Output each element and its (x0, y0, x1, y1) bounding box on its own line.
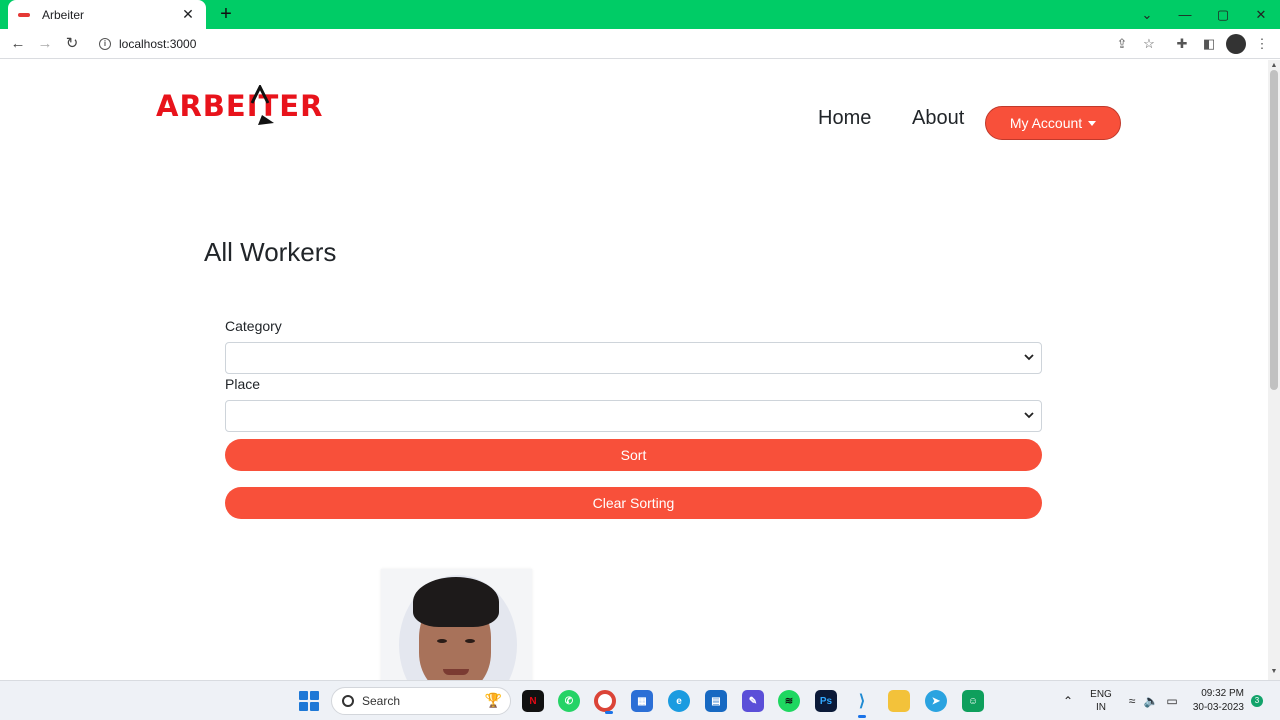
search-label: Search (362, 694, 401, 708)
netflix-icon[interactable]: N (522, 690, 544, 712)
menu-kebab-icon[interactable]: ⋮ (1253, 35, 1271, 53)
forward-arrow-icon[interactable]: → (35, 34, 55, 54)
worker-eye (465, 639, 475, 643)
notes-app-icon[interactable]: ✎ (742, 690, 764, 712)
back-arrow-icon[interactable]: ← (8, 34, 28, 54)
chevron-down-icon (1024, 412, 1034, 419)
share-icon[interactable]: ⇪ (1113, 35, 1131, 53)
photoshop-icon[interactable]: Ps (815, 690, 837, 712)
address-toolbar: ← → ↻ i localhost:3000 ⇪ ☆ ✚ ◧ ⋮ (0, 29, 1280, 59)
my-account-label: My Account (1009, 115, 1083, 131)
page-scrollbar[interactable]: ▲ ▼ (1268, 60, 1280, 680)
category-select[interactable] (225, 342, 1042, 374)
page-title: All Workers (204, 237, 337, 267)
worker-hair (413, 577, 499, 627)
store-icon[interactable]: ▦ (631, 690, 653, 712)
site-logo[interactable]: ARBEITER (156, 85, 323, 127)
new-tab-button[interactable]: + (216, 4, 236, 24)
search-icon (342, 695, 354, 707)
worker-card[interactable] (381, 569, 532, 680)
favicon-icon (18, 12, 30, 17)
tab-title: Arbeiter (42, 7, 85, 22)
scrollbar-thumb[interactable] (1270, 70, 1278, 390)
tray-chevron-up-icon[interactable]: ⌃ (1060, 693, 1076, 709)
url-text: localhost:3000 (119, 37, 197, 51)
scroll-down-icon[interactable]: ▼ (1270, 668, 1278, 676)
windows-start-icon[interactable] (299, 691, 319, 711)
extensions-puzzle-icon[interactable]: ✚ (1173, 35, 1191, 53)
vscode-icon[interactable]: ⟩ (851, 690, 873, 718)
clock-time: 09:32 PM (1201, 688, 1244, 699)
logo-arrow-icon (250, 85, 274, 125)
minimize-button[interactable]: — (1166, 0, 1204, 29)
windows-taskbar: Search 🏆 N ✆ ▦ e ▤ ✎ ≋ Ps ⟩ ➤ ☺ ⌃ ENG IN… (0, 680, 1280, 720)
side-panel-icon[interactable]: ◧ (1200, 35, 1218, 53)
calendar-app-icon[interactable]: ▤ (705, 690, 727, 712)
language-indicator[interactable]: ENG IN (1089, 688, 1113, 714)
file-explorer-icon[interactable] (888, 690, 910, 712)
taskbar-clock[interactable]: 09:32 PM 30-03-2023 (1186, 687, 1244, 715)
nav-about-link[interactable]: About (912, 107, 964, 130)
window-controls: ⌄ — ▢ ✕ (1128, 0, 1280, 29)
bookmark-star-icon[interactable]: ☆ (1140, 35, 1158, 53)
address-bar[interactable]: i localhost:3000 (90, 32, 1100, 56)
taskbar-search[interactable]: Search 🏆 (331, 687, 511, 715)
sort-button[interactable]: Sort (225, 439, 1042, 471)
close-window-button[interactable]: ✕ (1242, 0, 1280, 29)
wifi-icon[interactable]: ≈ (1124, 693, 1140, 709)
tab-search-icon[interactable]: ⌄ (1128, 0, 1166, 29)
chat-app-icon[interactable]: ☺ (962, 690, 984, 712)
site-info-icon[interactable]: i (99, 38, 111, 50)
clear-sorting-button[interactable]: Clear Sorting (225, 487, 1042, 519)
clock-date: 30-03-2023 (1192, 702, 1244, 713)
caret-down-icon (1088, 120, 1097, 126)
battery-icon[interactable]: ▭ (1164, 693, 1180, 709)
nav-home-link[interactable]: Home (818, 107, 871, 130)
chevron-down-icon (1024, 354, 1034, 361)
category-label: Category (225, 318, 282, 334)
worker-eye (437, 639, 447, 643)
logo-text: ARBEITER (156, 89, 324, 123)
tab-close-icon[interactable]: ✕ (180, 6, 196, 23)
language-code: ENG (1090, 689, 1112, 700)
reload-icon[interactable]: ↻ (62, 34, 82, 54)
whatsapp-icon[interactable]: ✆ (558, 690, 580, 712)
restore-button[interactable]: ▢ (1204, 0, 1242, 29)
profile-avatar[interactable] (1226, 34, 1246, 54)
web-page: ARBEITER Home About My Account All Worke… (0, 60, 1268, 680)
volume-icon[interactable]: 🔈 (1143, 693, 1159, 709)
place-select[interactable] (225, 400, 1042, 432)
my-account-dropdown-button[interactable]: My Account (985, 106, 1121, 140)
browser-tab-bar: Arbeiter ✕ + ⌄ — ▢ ✕ (0, 0, 1280, 29)
edge-icon[interactable]: e (668, 690, 690, 712)
telegram-icon[interactable]: ➤ (925, 690, 947, 712)
notification-badge[interactable]: 3 (1251, 695, 1263, 707)
worker-mouth (443, 669, 469, 675)
chrome-icon[interactable] (594, 690, 616, 714)
search-highlight-icon: 🏆 (484, 692, 502, 708)
spotify-icon[interactable]: ≋ (778, 690, 800, 712)
place-label: Place (225, 376, 261, 392)
browser-tab[interactable]: Arbeiter ✕ (8, 0, 206, 29)
region-code: IN (1096, 702, 1106, 713)
scroll-up-icon[interactable]: ▲ (1270, 62, 1278, 70)
